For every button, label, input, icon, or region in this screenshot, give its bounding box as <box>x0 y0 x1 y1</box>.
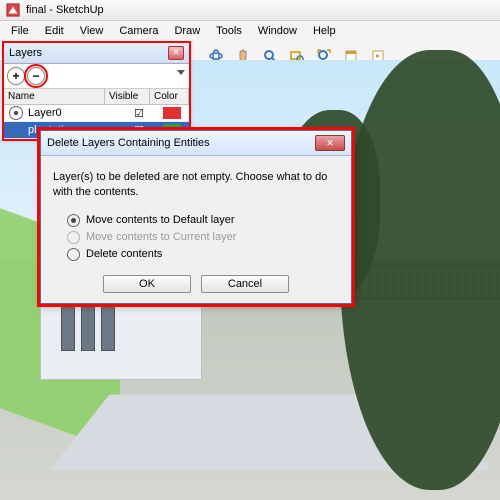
layer-name: Layer0 <box>26 106 121 120</box>
option-move-current: Move contents to Current layer <box>67 229 339 246</box>
col-color[interactable]: Color <box>150 89 189 104</box>
menu-tools[interactable]: Tools <box>209 23 249 39</box>
dialog-message: Layer(s) to be deleted are not empty. Ch… <box>53 170 339 200</box>
option-delete-contents[interactable]: Delete contents <box>67 246 339 263</box>
option-move-default[interactable]: Move contents to Default layer <box>67 212 339 229</box>
cancel-button[interactable]: Cancel <box>201 275 289 293</box>
panel-close-icon[interactable]: ✕ <box>168 46 184 60</box>
col-visible[interactable]: Visible <box>105 89 150 104</box>
menu-view[interactable]: View <box>73 23 111 39</box>
layer-visible-checkbox[interactable]: ☑ <box>121 107 157 120</box>
dialog-close-button[interactable]: ✕ <box>315 135 345 151</box>
menu-window[interactable]: Window <box>251 23 304 39</box>
menu-camera[interactable]: Camera <box>112 23 165 39</box>
active-layer-radio[interactable] <box>9 123 23 137</box>
option-label: Delete contents <box>86 248 162 260</box>
radio-icon <box>67 248 80 261</box>
layer-color-swatch[interactable] <box>163 107 181 119</box>
ok-button[interactable]: OK <box>103 275 191 293</box>
app-icon <box>6 3 20 17</box>
menu-help[interactable]: Help <box>306 23 343 39</box>
remove-layer-button[interactable]: − <box>27 67 45 85</box>
active-layer-radio[interactable] <box>9 106 23 120</box>
menu-file[interactable]: File <box>4 23 36 39</box>
dialog-title: Delete Layers Containing Entities <box>47 137 210 149</box>
col-name[interactable]: Name <box>4 89 105 104</box>
option-label: Move contents to Default layer <box>86 214 235 226</box>
layer-row[interactable]: Layer0 ☑ <box>4 105 189 122</box>
delete-layers-dialog: Delete Layers Containing Entities ✕ Laye… <box>40 130 352 304</box>
radio-icon <box>67 231 80 244</box>
menubar: File Edit View Camera Draw Tools Window … <box>0 21 500 41</box>
layers-panel: Layers ✕ + − Name Visible Color Layer0 ☑… <box>3 42 190 140</box>
menu-draw[interactable]: Draw <box>167 23 207 39</box>
layers-flyout-icon[interactable] <box>176 67 186 77</box>
add-layer-button[interactable]: + <box>7 67 25 85</box>
layers-header-row: Name Visible Color <box>4 89 189 105</box>
option-label: Move contents to Current layer <box>86 231 236 243</box>
menu-edit[interactable]: Edit <box>38 23 71 39</box>
dialog-titlebar[interactable]: Delete Layers Containing Entities ✕ <box>41 131 351 156</box>
titlebar: final - SketchUp <box>0 0 500 21</box>
radio-icon <box>67 214 80 227</box>
window-title: final - SketchUp <box>26 4 104 16</box>
layers-panel-title: Layers <box>9 47 42 59</box>
